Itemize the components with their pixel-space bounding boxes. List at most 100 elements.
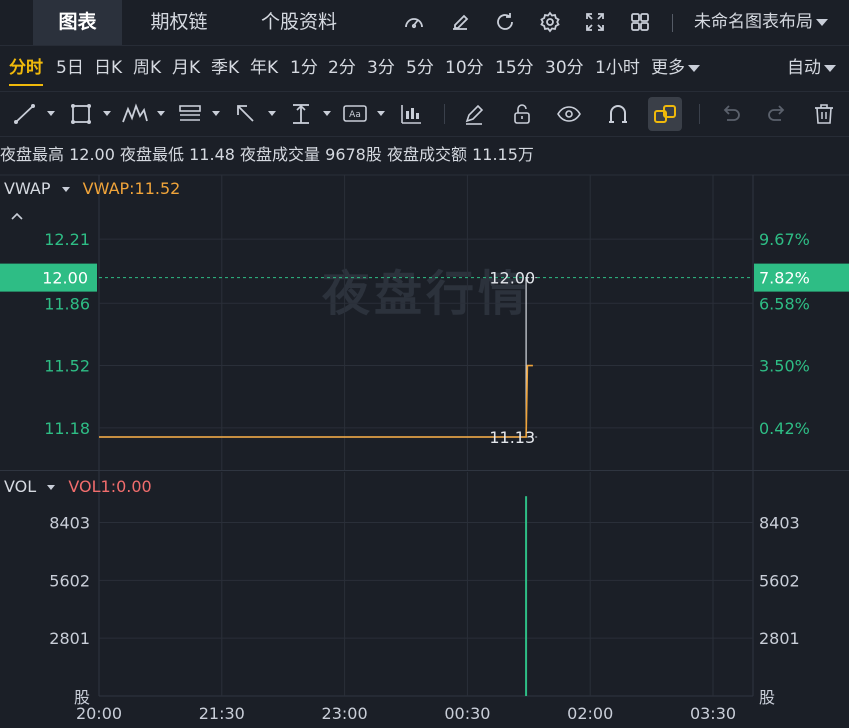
price-tick-label: 11.86	[44, 294, 90, 313]
arrow-tool[interactable]	[233, 101, 279, 127]
period-30min[interactable]: 30分	[545, 46, 584, 90]
auto-scale-label: 自动	[787, 58, 821, 78]
candle-indicator-icon	[401, 105, 421, 124]
undo-button[interactable]	[718, 101, 744, 127]
vertical-measure-tool[interactable]	[288, 101, 334, 127]
layout-selector[interactable]: 未命名图表布局	[694, 0, 828, 45]
toolbar-divider	[699, 104, 700, 124]
vwap-legend-name: VWAP	[4, 179, 51, 198]
night-low-value: 11.48	[189, 145, 235, 164]
x-tick-label: 02:00	[567, 704, 613, 723]
night-high-value: 12.00	[69, 145, 115, 164]
wave-pattern-icon	[122, 103, 148, 123]
layout-name-label: 未命名图表布局	[694, 12, 813, 32]
fullscreen-icon[interactable]	[583, 10, 607, 34]
period-10min[interactable]: 10分	[445, 46, 484, 90]
collapse-panel-button[interactable]	[8, 208, 26, 226]
chevron-down-icon	[268, 111, 276, 116]
magnet-icon	[609, 105, 627, 123]
grid-layout-icon[interactable]	[628, 10, 652, 34]
tab-stock-profile[interactable]: 个股资料	[242, 0, 356, 45]
undo-icon	[723, 105, 740, 121]
price-extreme-label: 12.00	[489, 269, 535, 288]
period-5min[interactable]: 5分	[406, 46, 434, 90]
x-tick-label: 00:30	[444, 704, 490, 723]
night-low-label: 夜盘最低	[120, 145, 185, 164]
night-volume-label: 夜盘成交量	[240, 145, 321, 164]
volume-tick-label: 8403	[49, 514, 90, 533]
price-tick-label: 11.18	[44, 419, 90, 438]
link-chain-icon	[654, 105, 676, 123]
period-more-label: 更多	[651, 58, 685, 78]
x-tick-label: 23:00	[322, 704, 368, 723]
lock-toggle[interactable]	[509, 101, 535, 127]
pencil-tool[interactable]	[461, 101, 487, 127]
chevron-down-icon	[157, 111, 165, 116]
chevron-down-icon	[377, 111, 385, 116]
link-toggle[interactable]	[648, 97, 682, 131]
volume-tick-label-right: 2801	[759, 629, 800, 648]
price-extreme-label: 11.13	[489, 428, 535, 447]
period-5day[interactable]: 5日	[56, 46, 84, 90]
drawing-toolbar: Aa	[0, 91, 849, 137]
chevron-down-icon	[824, 64, 836, 72]
speedometer-icon[interactable]	[402, 10, 426, 34]
chevron-down-icon	[323, 111, 331, 116]
redo-button[interactable]	[764, 101, 790, 127]
x-tick-label: 03:30	[690, 704, 736, 723]
period-2min[interactable]: 2分	[328, 46, 356, 90]
delete-button[interactable]	[811, 101, 837, 127]
vol-legend-value: VOL1:0.00	[68, 477, 152, 496]
period-15min[interactable]: 15分	[495, 46, 534, 90]
svg-text:Aa: Aa	[349, 110, 361, 120]
period-quarterly-k[interactable]: 季K	[211, 46, 239, 90]
night-volume-value: 9678股	[325, 145, 382, 164]
period-bar: 分时 5日 日K 周K 月K 季K 年K 1分 2分 3分 5分 10分 15分…	[0, 46, 849, 90]
period-intraday[interactable]: 分时	[9, 46, 43, 90]
top-divider	[672, 14, 673, 32]
vwap-legend[interactable]: VWAP VWAP:11.52	[4, 179, 180, 198]
fib-lines-icon	[179, 105, 201, 121]
trend-line-icon	[14, 104, 35, 124]
period-3min[interactable]: 3分	[367, 46, 395, 90]
trend-line-tool[interactable]	[12, 101, 58, 127]
period-1min[interactable]: 1分	[290, 46, 318, 90]
period-more[interactable]: 更多	[651, 46, 700, 90]
fib-lines-tool[interactable]	[177, 101, 223, 127]
percent-tick-label: 9.67%	[759, 230, 810, 249]
intraday-chart[interactable]: 夜盘行情20:00 21:30 23:00 00:30 02:00 03:3012.21 9…	[0, 170, 849, 728]
night-amount-label: 夜盘成交额	[386, 145, 467, 164]
period-weekly-k[interactable]: 周K	[133, 46, 161, 90]
tab-option-chain[interactable]: 期权链	[134, 0, 224, 45]
magnet-toggle[interactable]	[605, 101, 631, 127]
wave-pattern-tool[interactable]	[121, 101, 167, 127]
volume-unit-label: 股	[74, 688, 90, 707]
x-tick-label: 21:30	[199, 704, 245, 723]
vol-legend[interactable]: VOL VOL1:0.00	[4, 477, 152, 496]
period-1hour[interactable]: 1小时	[595, 46, 640, 90]
chevron-down-icon	[103, 111, 111, 116]
percent-tick-label: 6.58%	[759, 294, 810, 313]
unlock-icon	[514, 104, 530, 124]
vol-legend-name: VOL	[4, 477, 37, 496]
refresh-icon[interactable]	[493, 10, 517, 34]
eye-icon	[557, 106, 581, 122]
edit-icon[interactable]	[448, 10, 472, 34]
indicator-tool[interactable]	[398, 101, 424, 127]
rectangle-tool[interactable]	[68, 101, 114, 127]
chevron-down-icon	[212, 111, 220, 116]
volume-tick-label-right: 5602	[759, 571, 800, 590]
gear-icon[interactable]	[538, 10, 562, 34]
price-tick-label: 11.52	[44, 357, 90, 376]
chevron-down-icon	[61, 187, 70, 192]
top-bar: 图表 期权链 个股资料 未命名图表布局	[0, 0, 849, 46]
auto-scale-select[interactable]: 自动	[787, 46, 836, 90]
period-monthly-k[interactable]: 月K	[172, 46, 200, 90]
tab-chart[interactable]: 图表	[33, 0, 122, 45]
text-annotation-tool[interactable]: Aa	[342, 101, 388, 127]
visibility-toggle[interactable]	[556, 101, 582, 127]
period-yearly-k[interactable]: 年K	[250, 46, 278, 90]
period-daily-k[interactable]: 日K	[94, 46, 122, 90]
vwap-legend-value: VWAP:11.52	[82, 179, 181, 198]
volume-tick-label: 2801	[49, 629, 90, 648]
